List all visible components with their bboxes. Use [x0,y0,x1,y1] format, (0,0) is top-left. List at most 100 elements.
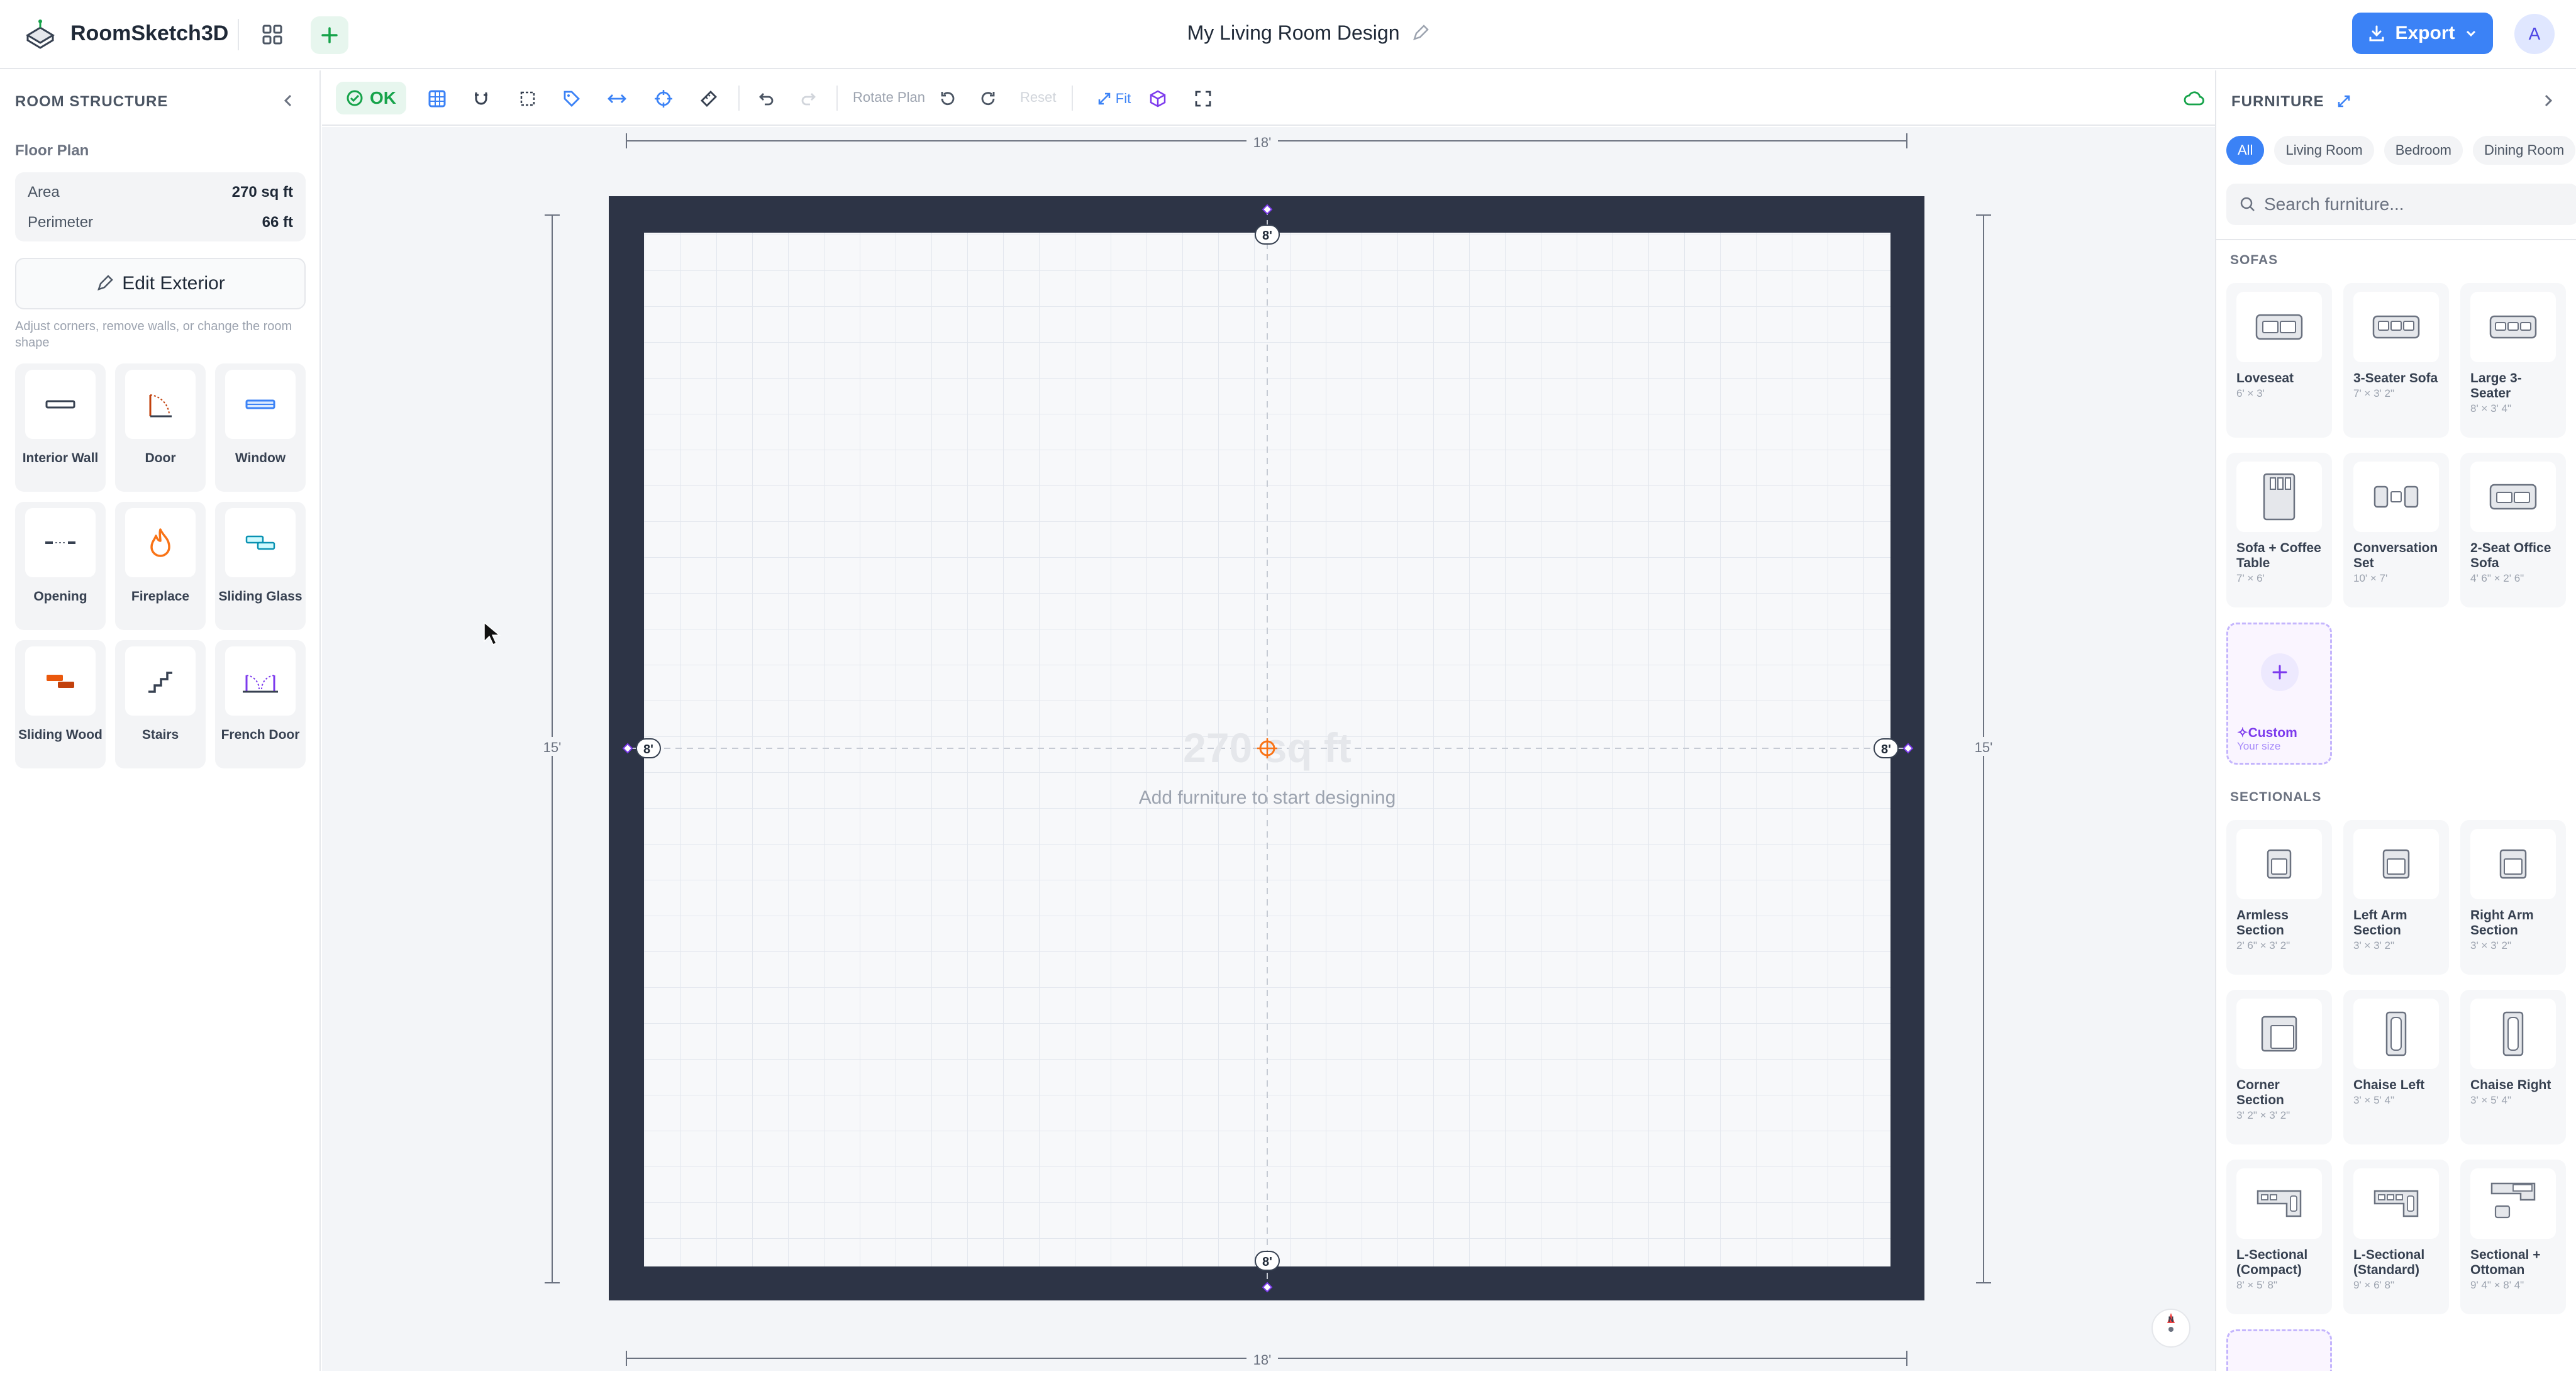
view-3d-button[interactable] [1143,84,1172,113]
item-dims: 8' × 5' 8" [2236,1279,2277,1291]
furniture-item-conversation-set[interactable]: Conversation Set 10' × 7' [2343,453,2449,607]
element-stairs[interactable]: Stairs [115,640,206,768]
item-dims: 7' × 3' 2" [2353,387,2394,399]
cloud-sync-status[interactable] [2180,84,2209,113]
furniture-item-sectional-ottoman[interactable]: Sectional + Ottoman 9' 4" × 8' 4" [2460,1160,2566,1314]
dim-bottom-label: 18' [1253,1352,1272,1368]
pencil-icon [97,275,114,291]
expand-panel-icon[interactable] [2336,94,2351,109]
custom-label: ✧Custom [2237,725,2297,741]
fit-button[interactable]: Fit [1085,84,1142,113]
element-label: Opening [33,589,87,604]
element-window[interactable]: Window [215,363,306,492]
compass-icon[interactable]: N [2151,1309,2190,1348]
chip-all[interactable]: All [2226,136,2265,165]
snap-button[interactable] [467,84,496,113]
document-title-text[interactable]: My Living Room Design [1187,21,1400,44]
furniture-item-corner-section[interactable]: Corner Section 3' 2" × 3' 2" [2226,990,2332,1144]
element-label: Door [145,451,176,465]
chip-bedroom[interactable]: Bedroom [2384,136,2463,165]
chip-living-room[interactable]: Living Room [2274,136,2374,165]
redo-button[interactable] [795,84,824,113]
fullscreen-button[interactable] [1189,84,1218,113]
edit-exterior-button[interactable]: Edit Exterior [15,258,306,309]
element-sliding-glass[interactable]: Sliding Glass [215,502,306,630]
app-name: RoomSketch3D [70,21,229,45]
element-label: Window [235,451,286,465]
furniture-item-l-sectional-compact[interactable]: L-Sectional (Compact) 8' × 5' 8" [2226,1160,2332,1314]
floor-plan-canvas[interactable]: 18' 18' 15' 15' 270 sq ft Add furniture … [322,127,2215,1371]
dimensions-button[interactable] [602,84,631,113]
item-name: Right Arm Section [2470,908,2534,938]
item-name: Armless Section [2236,908,2289,938]
divider [1072,86,1073,111]
export-button[interactable]: Export [2352,13,2493,54]
furniture-item-chaise-right[interactable]: Chaise Right 3' × 5' 4" [2460,990,2566,1144]
furniture-item-chaise-left[interactable]: Chaise Left 3' × 5' 4" [2343,990,2449,1144]
furniture-item-armless-section[interactable]: Armless Section 2' 6" × 3' 2" [2226,820,2332,975]
reset-button[interactable]: Reset [1020,89,1056,106]
top-bar: RoomSketch3D My Living Room Design Expor… [0,0,2576,69]
corner-section-icon [2261,1016,2297,1052]
element-opening[interactable]: Opening [15,502,106,630]
furniture-item-3-seater-sofa[interactable]: 3-Seater Sofa 7' × 3' 2" [2343,283,2449,438]
right-arm-section-icon [2499,849,2527,879]
chevron-down-icon [2466,30,2475,37]
divider [2216,239,2576,240]
select-area-button[interactable] [513,84,542,113]
element-sliding-wood[interactable]: Sliding Wood [15,640,106,768]
furniture-item-loveseat[interactable]: Loveseat 6' × 3' [2226,283,2332,438]
sliding-glass-icon [245,535,275,550]
center-guides-button[interactable] [649,84,678,113]
collapse-left-panel-button[interactable] [277,89,299,112]
grid-icon [262,25,282,45]
plus-icon [2261,653,2299,691]
rotate-right-button[interactable] [974,84,1002,113]
document-title[interactable]: My Living Room Design [1132,21,1484,45]
labels-button[interactable] [557,84,586,113]
item-dims: 3' × 5' 4" [2470,1094,2511,1106]
validation-status-button[interactable]: OK [336,82,406,114]
element-door[interactable]: Door [115,363,206,492]
element-fireplace[interactable]: Fireplace [115,502,206,630]
undo-button[interactable] [751,84,780,113]
toggle-grid-button[interactable] [423,84,452,113]
office-sofa-icon [2489,484,2537,510]
element-label: Stairs [142,728,179,742]
l-sectional-standard-icon [2373,1190,2419,1217]
item-name: Chaise Left [2353,1078,2425,1092]
measure-button[interactable] [694,84,723,113]
rotate-left-icon [941,92,955,106]
crosshair-icon [655,90,672,108]
custom-size-button-sectionals[interactable] [2226,1329,2332,1371]
new-design-button[interactable] [311,16,348,54]
structure-elements-grid: Interior Wall Door Window Opening Firepl… [15,363,306,768]
chip-dining-room[interactable]: Dining Room [2473,136,2576,165]
furniture-item-l-sectional-standard[interactable]: L-Sectional (Standard) 9' × 6' 8" [2343,1160,2449,1314]
chevron-right-icon [2545,94,2553,107]
user-avatar[interactable]: A [2514,14,2555,54]
furniture-item-2-seat-office-sofa[interactable]: 2-Seat Office Sofa 4' 6" × 2' 6" [2460,453,2566,607]
rotate-left-button[interactable] [933,84,962,113]
furniture-item-large-3-seater[interactable]: Large 3-Seater 8' × 3' 4" [2460,283,2566,438]
dim-right-label: 15' [1975,740,1993,755]
expand-icon [1098,92,1111,105]
collapse-right-panel-button[interactable] [2537,89,2560,115]
custom-size-button[interactable]: ✧Custom Your size [2226,623,2332,765]
cube-icon [1150,90,1166,108]
left-arm-section-icon [2382,849,2410,879]
item-name: 3-Seater Sofa [2353,371,2438,385]
furniture-item-right-arm-section[interactable]: Right Arm Section 3' × 3' 2" [2460,820,2566,975]
rotate-plan-label: Rotate Plan [853,89,925,105]
fit-label: Fit [1115,91,1131,106]
furniture-search-input[interactable]: Search furniture... [2226,184,2576,225]
window-icon [245,399,275,409]
furniture-item-left-arm-section[interactable]: Left Arm Section 3' × 3' 2" [2343,820,2449,975]
dashboard-button[interactable] [257,19,288,50]
furniture-item-sofa-coffee-table[interactable]: Sofa + Coffee Table 7' × 6' [2226,453,2332,607]
pencil-icon[interactable] [1411,25,1430,42]
element-french-door[interactable]: French Door [215,640,306,768]
stat-value: 66 ft [262,214,293,231]
floor-plan-label: Floor Plan [15,142,89,159]
element-interior-wall[interactable]: Interior Wall [15,363,106,492]
